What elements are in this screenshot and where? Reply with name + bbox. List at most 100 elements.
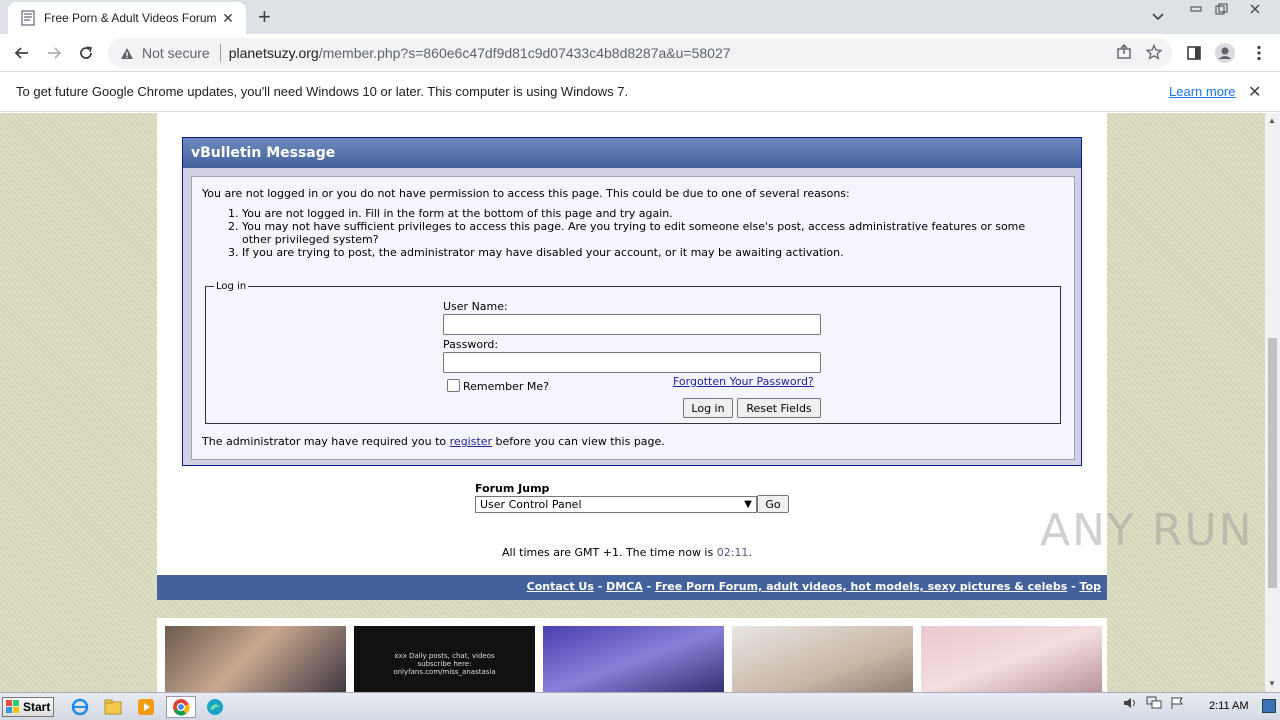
- site-favicon-icon: [20, 10, 36, 26]
- contact-us-link[interactable]: Contact Us: [527, 580, 594, 593]
- scroll-down-icon[interactable]: ▼: [1268, 679, 1276, 688]
- login-fieldset: Log in User Name: Password: Remember Me?…: [205, 281, 1061, 424]
- restore-icon[interactable]: [1209, 0, 1235, 18]
- footer-separator: -: [593, 580, 607, 593]
- browser-tab[interactable]: Free Porn & Adult Videos Forum ✕: [8, 2, 246, 34]
- password-label: Password:: [443, 338, 499, 351]
- share-icon[interactable]: [1116, 44, 1132, 63]
- video-thumbnail[interactable]: xxx Daily posts, chat, videos subscribe …: [354, 626, 535, 692]
- profile-avatar-icon[interactable]: [1214, 42, 1236, 64]
- password-input[interactable]: [443, 352, 821, 373]
- new-tab-button[interactable]: +: [258, 6, 271, 28]
- page-scrollbar[interactable]: ▲ ▼: [1265, 113, 1280, 692]
- back-arrow-icon[interactable]: [11, 42, 33, 64]
- tab-search-chevron-icon[interactable]: [1152, 8, 1164, 24]
- infobar-close-icon[interactable]: ✕: [1248, 82, 1261, 102]
- username-input[interactable]: [443, 314, 821, 335]
- forum-jump-label: Forum Jump: [475, 482, 550, 495]
- panel-body: You are not logged in or you do not have…: [191, 176, 1075, 460]
- footer-separator: -: [642, 580, 656, 593]
- footnote-text-after: before you can view this page.: [492, 435, 665, 448]
- page-viewport: vBulletin Message You are not logged in …: [0, 113, 1265, 692]
- footnote-text-before: The administrator may have required you …: [202, 435, 450, 448]
- thumbnail-strip: xxx Daily posts, chat, videos subscribe …: [157, 618, 1107, 692]
- taskbar-clock[interactable]: 2:11 AM: [1209, 700, 1249, 712]
- scrollbar-thumb[interactable]: [1268, 338, 1277, 588]
- current-time: 02:11: [716, 546, 749, 559]
- url-host: planetsuzy.org: [228, 45, 319, 61]
- more-menu-icon[interactable]: [1248, 42, 1270, 64]
- omnibox-divider: [219, 44, 221, 62]
- window-close-icon[interactable]: [1235, 0, 1275, 18]
- tab-title: Free Porn & Adult Videos Forum: [44, 11, 217, 25]
- home-link[interactable]: Free Porn Forum, adult videos, hot model…: [655, 580, 1067, 593]
- panel-title: vBulletin Message: [183, 138, 1081, 168]
- page-container: vBulletin Message You are not logged in …: [157, 113, 1107, 600]
- scroll-up-icon[interactable]: ▲: [1268, 116, 1276, 125]
- url-path: /member.php?s=860e6c47df9d81c9d07433c4b8…: [318, 45, 731, 61]
- login-button[interactable]: Log in: [683, 398, 733, 418]
- learn-more-link[interactable]: Learn more: [1169, 84, 1235, 99]
- reason-item: If you are trying to post, the administr…: [242, 246, 1032, 259]
- forward-arrow-icon[interactable]: [43, 42, 65, 64]
- forum-jump-select[interactable]: User Control Panel ▼: [475, 496, 757, 513]
- volume-icon[interactable]: [1122, 696, 1138, 715]
- select-chevron-icon: ▼: [744, 499, 752, 510]
- file-explorer-icon[interactable]: [102, 696, 124, 718]
- footer-separator: -: [1067, 580, 1080, 593]
- show-desktop-icon[interactable]: [1262, 699, 1276, 713]
- chrome-taskbar-icon[interactable]: [166, 696, 196, 718]
- window-controls: [1183, 0, 1275, 20]
- edge-icon[interactable]: [204, 696, 226, 718]
- forum-jump-selected: User Control Panel: [480, 498, 582, 511]
- reason-item: You are not logged in. Fill in the form …: [242, 207, 1032, 220]
- register-link[interactable]: register: [450, 435, 492, 448]
- start-button[interactable]: Start: [2, 697, 54, 717]
- browser-toolbar: Not secure planetsuzy.org/member.php?s=8…: [0, 34, 1280, 72]
- forum-jump-go-button[interactable]: Go: [757, 495, 789, 513]
- username-label: User Name:: [443, 300, 508, 313]
- anyrun-watermark: ANY RUN: [1040, 505, 1254, 556]
- video-thumbnail[interactable]: [921, 626, 1102, 692]
- reasons-list: You are not logged in. Fill in the form …: [202, 207, 1032, 259]
- media-player-icon[interactable]: [135, 696, 157, 718]
- reset-fields-button[interactable]: Reset Fields: [737, 398, 821, 418]
- side-panel-icon[interactable]: [1183, 42, 1205, 64]
- internet-explorer-icon[interactable]: [69, 696, 91, 718]
- reload-icon[interactable]: [75, 42, 97, 64]
- login-legend: Log in: [216, 281, 247, 292]
- times-suffix: .: [748, 546, 752, 559]
- footer-links-bar: Contact Us - DMCA - Free Porn Forum, adu…: [157, 575, 1107, 600]
- remember-me-checkbox[interactable]: [447, 379, 460, 392]
- video-thumbnail[interactable]: [165, 626, 346, 692]
- remember-me-label: Remember Me?: [463, 380, 549, 393]
- windows-logo-icon: [6, 700, 19, 713]
- video-thumbnail[interactable]: [543, 626, 724, 692]
- system-tray: [1122, 696, 1184, 715]
- address-bar[interactable]: Not secure planetsuzy.org/member.php?s=8…: [108, 38, 1172, 68]
- permission-intro: You are not logged in or you do not have…: [202, 187, 850, 200]
- thumbnail-caption: xxx Daily posts, chat, videos subscribe …: [393, 652, 496, 676]
- not-secure-label[interactable]: Not secure: [142, 45, 210, 61]
- forum-jump: Forum Jump User Control Panel ▼ Go: [475, 482, 789, 513]
- top-link[interactable]: Top: [1080, 580, 1101, 593]
- network-icon[interactable]: [1146, 696, 1162, 715]
- omnibox-actions: [1116, 43, 1163, 63]
- action-center-flag-icon[interactable]: [1170, 696, 1184, 715]
- windows-taskbar: Start 2:11 AM: [0, 692, 1280, 720]
- forgot-password-link[interactable]: Forgotten Your Password?: [673, 375, 814, 388]
- reason-item: You may not have sufficient privileges t…: [242, 220, 1032, 246]
- update-infobar: To get future Google Chrome updates, you…: [0, 72, 1280, 112]
- warning-triangle-icon[interactable]: [120, 47, 134, 60]
- infobar-message: To get future Google Chrome updates, you…: [16, 84, 629, 99]
- vbulletin-message-panel: vBulletin Message You are not logged in …: [182, 137, 1082, 466]
- bookmark-star-icon[interactable]: [1145, 43, 1163, 63]
- video-thumbnail[interactable]: [732, 626, 913, 692]
- timezone-note: All times are GMT +1. The time now is 02…: [502, 546, 752, 559]
- tab-strip: Free Porn & Adult Videos Forum ✕ +: [0, 0, 1280, 34]
- tab-close-icon[interactable]: ✕: [220, 10, 236, 27]
- minimize-icon[interactable]: [1183, 0, 1209, 18]
- dmca-link[interactable]: DMCA: [606, 580, 643, 593]
- times-prefix: All times are GMT +1. The time now is: [502, 546, 717, 559]
- start-label: Start: [23, 700, 51, 714]
